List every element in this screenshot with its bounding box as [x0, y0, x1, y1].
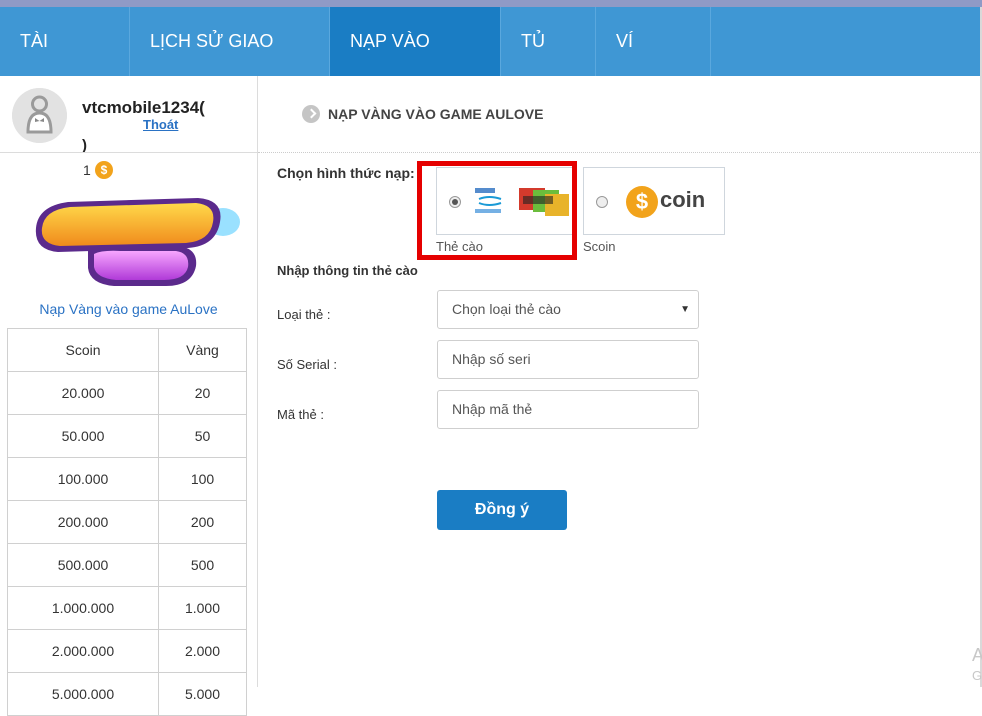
- main-nav: TÀI KHOẢN LỊCH SỬ GIAO DỊCH NẠP VÀO GAME…: [0, 7, 980, 120]
- card-code-label: Mã thẻ :: [277, 407, 324, 422]
- user-silhouette-icon: [12, 88, 67, 143]
- page-title-text: NẠP VÀNG VÀO GAME AULOVE: [328, 106, 544, 122]
- table-row: 1.000.000 1.000: [7, 586, 247, 630]
- gold-cell: 100: [158, 457, 247, 501]
- scoin-logo-coin-icon: $: [626, 186, 658, 218]
- exchange-rate-table: Scoin Vàng 20.000 20 50.000 50 100.000 100 …: [7, 328, 247, 716]
- table-row: 5.000.000 5.000: [7, 672, 247, 716]
- scoin-cell: 2.000.000: [7, 629, 159, 673]
- gold-cell: 50: [158, 414, 247, 458]
- gold-cell: 1.000: [158, 586, 247, 630]
- table-row: 50.000 50: [7, 414, 247, 458]
- card-type-select[interactable]: Chọn loại thẻ cào ▼: [437, 290, 699, 329]
- coin-icon: $: [95, 161, 113, 179]
- dotted-divider: [258, 152, 980, 153]
- method-label: Chọn hình thức nạp:: [277, 165, 415, 181]
- browser-top-strip: [0, 0, 982, 7]
- table-row: 500.000 500: [7, 543, 247, 587]
- nav-tab-scoin-wallet[interactable]: VÍ SCOIN: [596, 7, 711, 120]
- gold-cell: 5.000: [158, 672, 247, 716]
- gold-cell: 20: [158, 371, 247, 415]
- card-code-input[interactable]: Nhập mã thẻ: [437, 390, 699, 429]
- avatar: [12, 88, 67, 143]
- audition-love-logo: [35, 198, 240, 286]
- nav-tab-inventory[interactable]: TỦ ĐỒ: [501, 7, 596, 120]
- scoin-logo-text: coin: [660, 187, 706, 212]
- table-row: 100.000 100: [7, 457, 247, 501]
- corner-watermark-line1: A: [972, 645, 982, 665]
- card-code-placeholder: Nhập mã thẻ: [452, 401, 533, 417]
- nav-tab-topup-game[interactable]: NẠP VÀO GAME: [330, 7, 501, 120]
- sidebar: vtcmobile1234( Thoát ) 1 $ Nạp Vàng vào …: [0, 76, 258, 716]
- scoin-cell: 200.000: [7, 500, 159, 544]
- serial-input[interactable]: Nhập số seri: [437, 340, 699, 379]
- table-row: 200.000 200: [7, 500, 247, 544]
- scoin-cell: 100.000: [7, 457, 159, 501]
- card-type-label: Loại thẻ :: [277, 307, 331, 322]
- gold-cell: 2.000: [158, 629, 247, 673]
- coin-balance: 1: [83, 162, 91, 178]
- scoin-cell: 500.000: [7, 543, 159, 587]
- gold-cell: 500: [158, 543, 247, 587]
- table-row: 20.000 20: [7, 371, 247, 415]
- game-topup-link[interactable]: Nạp Vàng vào game AuLove: [0, 301, 257, 317]
- column-header-gold: Vàng: [158, 328, 247, 372]
- column-header-scoin: Scoin: [7, 328, 159, 372]
- scoin-cell: 20.000: [7, 371, 159, 415]
- method-option-scoin[interactable]: $ coin: [583, 167, 725, 235]
- submit-button[interactable]: Đồng ý: [437, 490, 567, 530]
- highlight-box: [417, 161, 577, 260]
- scoin-cell: 1.000.000: [7, 586, 159, 630]
- serial-placeholder: Nhập số seri: [452, 351, 531, 367]
- section-label: Nhập thông tin thẻ cào: [277, 263, 418, 278]
- table-header-row: Scoin Vàng: [7, 328, 247, 372]
- chevron-circle-icon: [302, 105, 320, 123]
- logout-link[interactable]: Thoát: [143, 117, 178, 132]
- page-title: NẠP VÀNG VÀO GAME AULOVE: [302, 105, 543, 123]
- serial-label: Số Serial :: [277, 357, 337, 372]
- scoin-cell: 50.000: [7, 414, 159, 458]
- nav-tab-account[interactable]: TÀI KHOẢN: [0, 7, 130, 120]
- nav-tab-transaction-history[interactable]: LỊCH SỬ GIAO DỊCH: [130, 7, 330, 120]
- divider: [0, 152, 257, 153]
- card-type-selected-value: Chọn loại thẻ cào: [452, 301, 561, 317]
- scoin-caption: Scoin: [583, 239, 616, 254]
- scoin-cell: 5.000.000: [7, 672, 159, 716]
- username: vtcmobile1234(: [82, 98, 205, 117]
- corner-watermark-line2: G: [972, 668, 982, 683]
- gold-cell: 200: [158, 500, 247, 544]
- dropdown-arrow-icon: ▼: [680, 304, 690, 315]
- scoin-radio[interactable]: [596, 196, 608, 208]
- table-row: 2.000.000 2.000: [7, 629, 247, 673]
